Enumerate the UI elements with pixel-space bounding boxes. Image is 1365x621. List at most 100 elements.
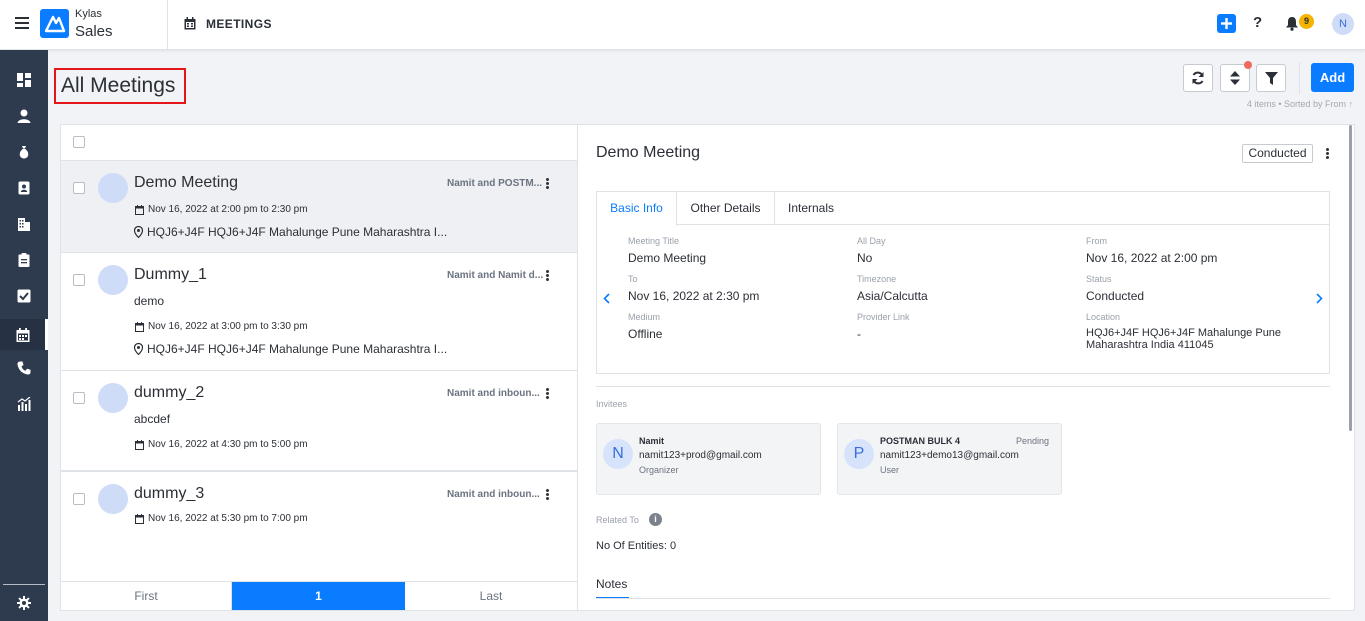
more-options-icon[interactable] [546, 270, 549, 281]
calendar-icon [135, 439, 144, 453]
to-label: To [628, 274, 638, 284]
meeting-title[interactable]: Demo Meeting [134, 174, 238, 192]
pagination-last-button[interactable]: Last [405, 582, 577, 610]
avatar [98, 383, 128, 413]
invitee-name: POSTMAN BULK 4 [880, 436, 961, 446]
contact-card-icon[interactable] [0, 175, 48, 201]
settings-gear-icon[interactable] [0, 590, 48, 616]
topbar-divider [167, 0, 168, 49]
meetings-calendar-icon[interactable] [0, 319, 48, 350]
list-item[interactable]: dummy_3 Namit and inboun... Nov 16, 2022… [61, 472, 577, 552]
meeting-detail-panel: Demo Meeting Conducted Basic Info Other … [578, 124, 1355, 611]
invitee-role: User [880, 465, 900, 475]
detail-more-options-icon[interactable] [1326, 148, 1329, 159]
meeting-title[interactable]: Dummy_1 [134, 266, 207, 284]
sort-indicator-dot [1244, 61, 1252, 69]
avatar [98, 265, 128, 295]
invitee-card[interactable]: N Namit namit123+prod@gmail.com Organize… [596, 423, 821, 495]
status-badge[interactable]: Conducted [1242, 144, 1313, 163]
refresh-button[interactable] [1183, 64, 1213, 92]
invitee-email: namit123+prod@gmail.com [639, 450, 762, 461]
more-options-icon[interactable] [546, 388, 549, 399]
list-item-checkbox[interactable] [73, 493, 85, 505]
select-all-checkbox[interactable] [73, 136, 85, 148]
location-pin-icon [133, 225, 144, 241]
section-divider [596, 386, 1330, 387]
chevron-right-icon[interactable] [1316, 293, 1323, 307]
list-item[interactable]: Dummy_1 Namit and Namit d... demo Nov 16… [61, 253, 577, 371]
tab-notes[interactable]: Notes [596, 577, 627, 591]
bell-icon[interactable] [1285, 16, 1299, 34]
location-pin-icon [133, 342, 144, 358]
location-label: Location [1086, 312, 1121, 322]
to-value: Nov 16, 2022 at 2:30 pm [628, 289, 760, 303]
dashboard-icon[interactable] [0, 67, 48, 93]
all-day-value: No [857, 251, 873, 265]
detail-title: Demo Meeting [596, 144, 701, 161]
basic-info-box: Basic Info Other Details Internals Meeti… [596, 191, 1330, 374]
task-checkbox-icon[interactable] [0, 283, 48, 309]
list-item[interactable]: dummy_2 Namit and inboun... abcdef Nov 1… [61, 371, 577, 472]
list-item-checkbox[interactable] [73, 274, 85, 286]
notes-divider [596, 598, 1330, 599]
meeting-title[interactable]: dummy_2 [134, 384, 204, 402]
calendar-icon [135, 321, 144, 335]
scrollbar[interactable] [1349, 125, 1352, 431]
company-building-icon[interactable] [0, 211, 48, 237]
avatar [98, 484, 128, 514]
filter-icon [1264, 71, 1278, 85]
brand-name: Kylas [75, 8, 102, 20]
chevron-left-icon[interactable] [603, 293, 610, 307]
medium-value: Offline [628, 327, 663, 341]
pagination-page-button[interactable]: 1 [232, 582, 405, 610]
entities-count: No Of Entities: 0 [596, 540, 677, 552]
more-options-icon[interactable] [546, 489, 549, 500]
calendar-icon [135, 513, 144, 527]
phone-icon[interactable] [0, 355, 48, 381]
hamburger-menu-icon[interactable] [15, 17, 29, 29]
meeting-list-panel: Demo Meeting Namit and POSTM... Nov 16, … [60, 124, 578, 611]
top-bar: Kylas Sales MEETINGS ? 9 N [0, 0, 1365, 50]
user-icon[interactable] [0, 103, 48, 129]
timezone-label: Timezone [857, 274, 897, 284]
meeting-participants: Namit and POSTM... [447, 178, 543, 189]
pagination-first-button[interactable]: First [61, 582, 232, 610]
meeting-description: abcdef [134, 412, 171, 426]
location-value-line1: HQJ6+J4F HQJ6+J4F Mahalunge Pune [1086, 327, 1282, 339]
avatar[interactable]: N [1332, 13, 1354, 35]
tab-basic-info[interactable]: Basic Info [597, 192, 677, 226]
tab-other-details[interactable]: Other Details [677, 192, 775, 225]
add-button[interactable]: Add [1311, 63, 1354, 92]
reports-chart-icon[interactable] [0, 391, 48, 417]
quick-add-button[interactable] [1217, 14, 1236, 33]
help-icon[interactable]: ? [1253, 14, 1262, 31]
all-day-label: All Day [857, 236, 886, 246]
money-bag-icon[interactable] [0, 139, 48, 165]
sort-info: 4 items • Sorted by From ↑ [1246, 99, 1353, 109]
meeting-title[interactable]: dummy_3 [134, 485, 204, 503]
list-item-checkbox[interactable] [73, 182, 85, 194]
invitee-avatar: N [603, 439, 633, 469]
medium-label: Medium [628, 312, 661, 322]
meeting-participants: Namit and inboun... [447, 388, 540, 399]
brand-product: Sales [75, 23, 113, 40]
list-item[interactable]: Demo Meeting Namit and POSTM... Nov 16, … [61, 160, 577, 253]
list-item-checkbox[interactable] [73, 392, 85, 404]
header-divider [1299, 62, 1300, 94]
meeting-participants: Namit and inboun... [447, 489, 540, 500]
info-icon[interactable]: i [649, 513, 662, 526]
provider-link-value: - [857, 327, 861, 341]
notification-badge: 9 [1299, 14, 1314, 29]
clipboard-icon[interactable] [0, 247, 48, 273]
filter-button[interactable] [1256, 64, 1286, 92]
calendar-icon [184, 17, 196, 33]
tab-internals[interactable]: Internals [775, 192, 847, 225]
status-label: Status [1086, 274, 1112, 284]
more-options-icon[interactable] [546, 178, 549, 189]
kylas-logo[interactable] [40, 9, 69, 38]
meeting-time: Nov 16, 2022 at 3:00 pm to 3:30 pm [148, 321, 308, 332]
calendar-icon [135, 204, 144, 218]
invitee-email: namit123+demo13@gmail.com [880, 450, 1019, 461]
invitee-card[interactable]: P POSTMAN BULK 4 Pending namit123+demo13… [837, 423, 1062, 495]
sidebar [0, 50, 48, 621]
